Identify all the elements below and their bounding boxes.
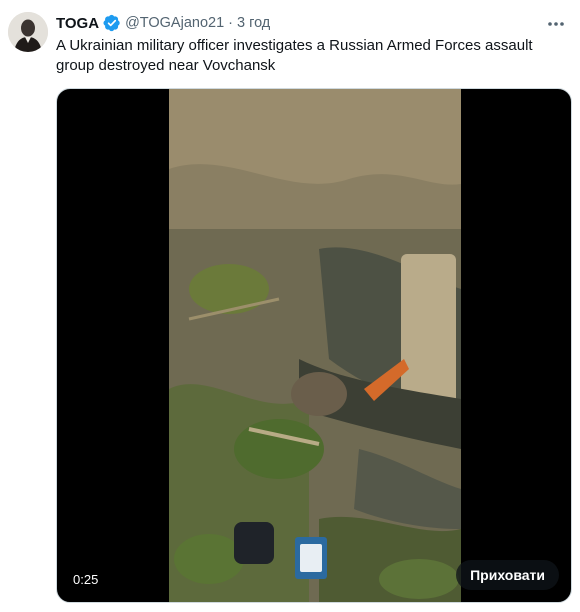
verified-badge-icon <box>103 14 121 32</box>
more-dots-icon <box>548 22 564 26</box>
video-player[interactable]: 0:25 Приховати <box>56 88 572 603</box>
display-name[interactable]: TOGA <box>56 15 99 32</box>
tweet-text: A Ukrainian military officer investigate… <box>56 37 533 74</box>
more-options-button[interactable] <box>546 14 566 34</box>
separator-dot: · <box>228 15 233 31</box>
tweet-card[interactable]: TOGA @TOGAjano21 · 3 год A Ukrainian mil… <box>0 0 580 612</box>
video-duration: 0:25 <box>67 571 105 588</box>
timestamp[interactable]: 3 год <box>237 15 270 31</box>
hide-button[interactable]: Приховати <box>456 560 559 590</box>
tweet-header: TOGA @TOGAjano21 · 3 год <box>56 12 270 34</box>
video-frame[interactable] <box>169 89 461 602</box>
avatar[interactable] <box>8 12 48 52</box>
handle[interactable]: @TOGAjano21 <box>125 15 224 31</box>
